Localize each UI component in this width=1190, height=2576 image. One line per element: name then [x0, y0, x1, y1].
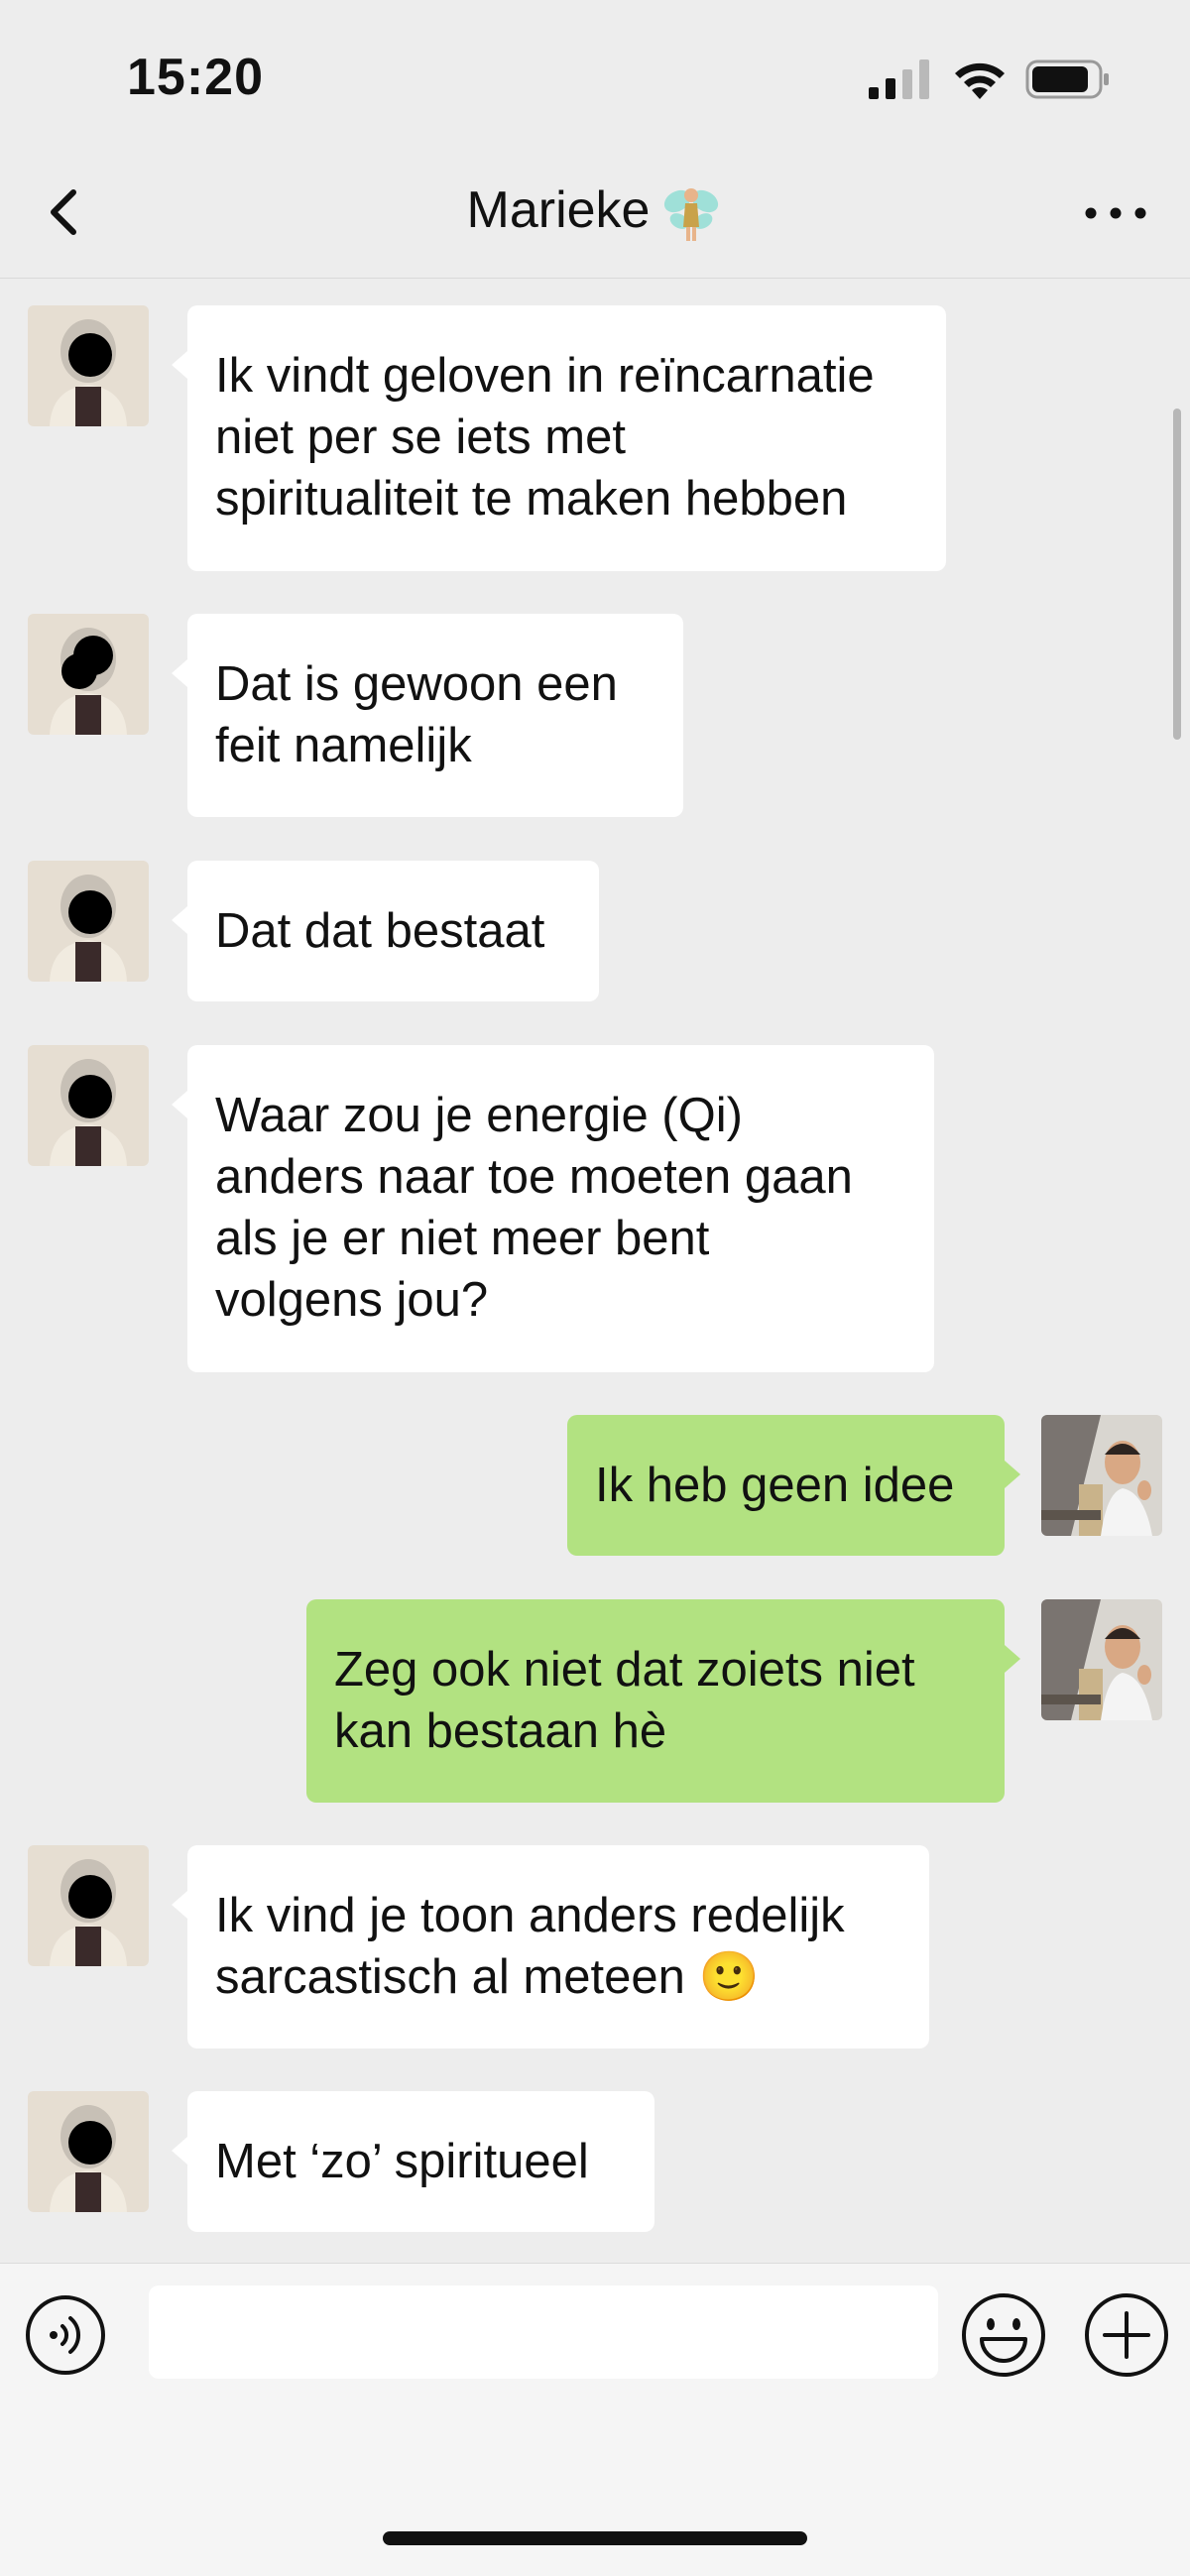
- status-bar: 15:20: [0, 0, 1190, 149]
- message-bubble-incoming[interactable]: Ik vind je toon anders redelijk sarcasti…: [172, 1845, 929, 2049]
- emoji-icon[interactable]: [960, 2291, 1047, 2379]
- contact-avatar[interactable]: [28, 305, 149, 426]
- user-avatar[interactable]: [1041, 1599, 1162, 1720]
- chat-title[interactable]: Marieke: [0, 180, 1190, 245]
- cellular-signal-icon: [869, 59, 929, 99]
- fairy-emoji: [664, 188, 719, 242]
- message-list[interactable]: Ik vindt geloven in reïncarnatie niet pe…: [0, 279, 1190, 2262]
- message-bubble-outgoing[interactable]: Zeg ook niet dat zoiets niet kan bestaan…: [306, 1599, 1020, 1803]
- plus-icon[interactable]: [1083, 2291, 1170, 2379]
- message-bubble-incoming[interactable]: Dat is gewoon een feit namelijk: [172, 614, 683, 817]
- message-bubble-incoming[interactable]: Met ‘zo’ spiritueel: [172, 2091, 654, 2232]
- home-indicator[interactable]: [383, 2531, 807, 2545]
- message-input[interactable]: [149, 2285, 938, 2379]
- scrollbar[interactable]: [1173, 409, 1181, 740]
- battery-icon: [1025, 59, 1109, 99]
- contact-avatar[interactable]: [28, 614, 149, 735]
- contact-avatar[interactable]: [28, 861, 149, 982]
- message-bubble-outgoing[interactable]: Ik heb geen idee: [567, 1415, 1020, 1556]
- wifi-icon: [955, 62, 1005, 99]
- contact-name: Marieke: [466, 181, 651, 239]
- contact-avatar[interactable]: [28, 1045, 149, 1166]
- input-bar: [0, 2263, 1190, 2576]
- more-icon[interactable]: [1081, 198, 1150, 228]
- message-bubble-incoming[interactable]: Ik vindt geloven in reïncarnatie niet pe…: [172, 305, 946, 571]
- chat-header: Marieke: [0, 149, 1190, 279]
- contact-avatar[interactable]: [28, 2091, 149, 2212]
- user-avatar[interactable]: [1041, 1415, 1162, 1536]
- message-bubble-incoming[interactable]: Dat dat bestaat: [172, 861, 599, 1001]
- status-time: 15:20: [127, 49, 264, 106]
- contact-avatar[interactable]: [28, 1845, 149, 1966]
- message-bubble-incoming[interactable]: Waar zou je energie (Qi) anders naar toe…: [172, 1045, 934, 1372]
- voice-icon[interactable]: [24, 2293, 107, 2377]
